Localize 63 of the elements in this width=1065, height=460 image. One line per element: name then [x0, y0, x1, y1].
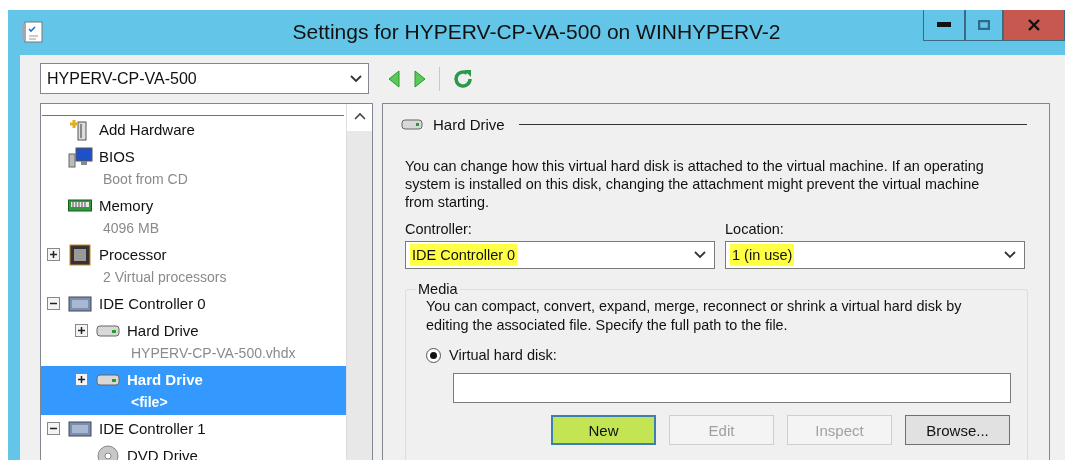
window-title: Settings for HYPERV-CP-VA-500 on WINHYPERV-2: [292, 20, 781, 44]
close-icon: [1028, 19, 1040, 31]
tree-item-detail: 2 Virtual processors: [103, 268, 228, 287]
maximize-icon: [978, 20, 990, 30]
collapse-icon[interactable]: [47, 297, 60, 310]
minimize-button[interactable]: [923, 10, 965, 41]
chevron-down-icon: [694, 251, 706, 259]
tree-item[interactable]: BIOS Boot from CD: [41, 143, 346, 192]
collapse-icon[interactable]: [47, 422, 60, 435]
tree-item[interactable]: IDE Controller 0: [41, 290, 346, 317]
tree-item[interactable]: Memory 4096 MB: [41, 192, 346, 241]
hard-drive-icon: [96, 372, 120, 387]
memory-icon: [68, 198, 92, 213]
tree-item-label: Hard Drive: [127, 371, 203, 388]
tree-item[interactable]: Add Hardware: [41, 116, 346, 143]
tree-item-detail: Boot from CD: [103, 170, 189, 189]
tree-item[interactable]: IDE Controller 1: [41, 415, 346, 442]
chevron-up-icon: [353, 111, 366, 120]
tree-item-label: IDE Controller 0: [99, 295, 206, 312]
chevron-down-icon: [350, 74, 362, 83]
action-button[interactable]: New: [551, 415, 656, 445]
refresh-icon[interactable]: [452, 67, 474, 90]
group-legend: Media: [416, 281, 460, 297]
description-text: You can change how this virtual hard disk is attached to the virtual machine. If an operating system is installed on this disk, changing the attachment might prevent the virtual machine from starting.: [405, 157, 985, 211]
action-button[interactable]: Browse...: [905, 415, 1010, 445]
radio-button[interactable]: [426, 347, 441, 363]
radio-label: Virtual hard disk:: [449, 347, 557, 363]
field-label: Controller:: [405, 221, 473, 237]
expand-icon[interactable]: [75, 324, 88, 337]
forward-icon[interactable]: [413, 68, 427, 89]
minimize-icon: [937, 22, 951, 28]
tree-item-detail: HYPERV-CP-VA-500.vhdx: [131, 344, 297, 363]
hard-drive-icon: [401, 118, 423, 131]
tree-item-label: Hard Drive: [127, 322, 199, 339]
media-description: You can compact, convert, expand, merge, reconnect or shrink a virtual hard disk by editing the associated file. Specify the full path to the file.: [426, 297, 963, 335]
field-label: Location:: [725, 221, 785, 237]
controller-icon: [68, 419, 92, 438]
hard-drive-icon: [96, 323, 120, 338]
processor-icon: [68, 242, 92, 267]
computer-icon: [68, 145, 94, 168]
tree-item-label: Add Hardware: [99, 121, 195, 138]
tree-item-detail: 4096 MB: [103, 219, 161, 238]
expand-icon[interactable]: [75, 373, 88, 386]
back-icon[interactable]: [387, 68, 401, 89]
tree-item-label: Processor: [99, 246, 167, 263]
settings-icon: [22, 20, 44, 44]
expand-icon[interactable]: [47, 248, 60, 261]
dropdown[interactable]: IDE Controller 0: [405, 241, 715, 269]
tree-item-label: BIOS: [99, 148, 135, 165]
tree-item-detail: <file>: [131, 393, 169, 412]
scroll-up-button[interactable]: [347, 104, 372, 131]
dropdown[interactable]: 1 (in use): [725, 241, 1025, 269]
tree-item[interactable]: Processor 2 Virtual processors: [41, 241, 346, 290]
scrollbar[interactable]: [346, 104, 372, 460]
chevron-down-icon: [1004, 251, 1016, 259]
tree-item-label: IDE Controller 1: [99, 420, 206, 437]
tree-item[interactable]: Hard Drive HYPERV-CP-VA-500.vhdx: [41, 317, 346, 366]
tree-item-label: Memory: [99, 197, 154, 214]
vm-selector[interactable]: HYPERV-CP-VA-500: [40, 63, 369, 94]
path-field[interactable]: [453, 373, 1011, 403]
close-button[interactable]: [1003, 10, 1065, 41]
section-heading: Hard Drive: [433, 116, 505, 133]
controller-icon: [68, 294, 92, 313]
